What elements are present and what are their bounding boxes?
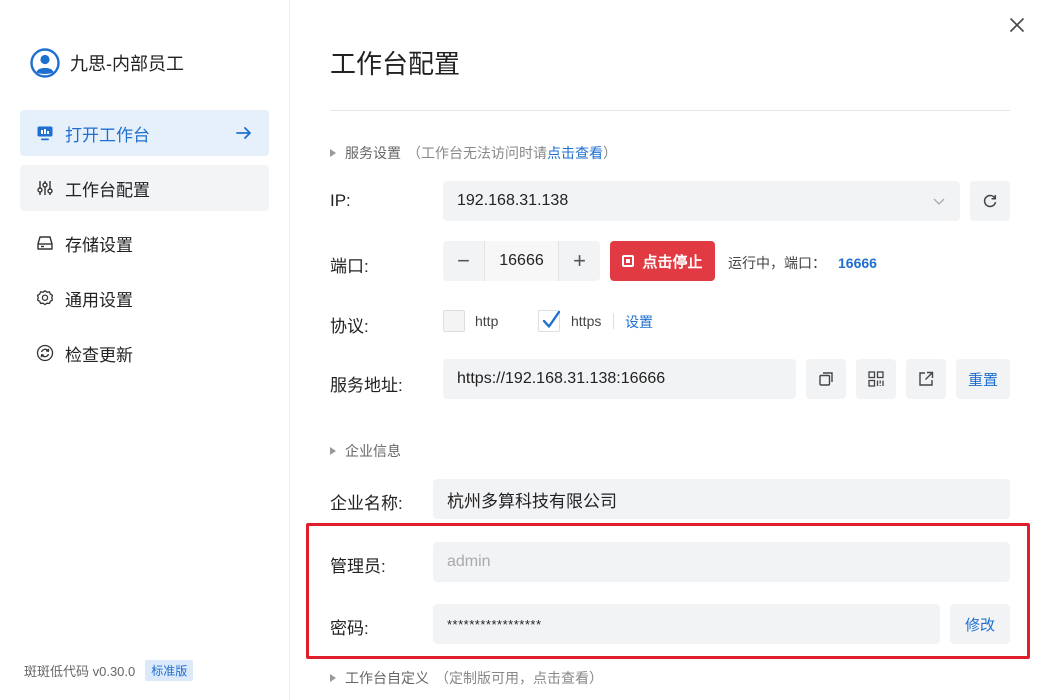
title-divider xyxy=(330,110,1010,111)
protocol-settings-link[interactable]: 设置 xyxy=(625,312,653,332)
sidebar-item-storage[interactable]: 存储设置 xyxy=(20,220,269,266)
stop-button[interactable]: 点击停止 xyxy=(610,241,715,281)
password-label: 密码: xyxy=(330,619,369,638)
sidebar-item-open-workbench[interactable]: 打开工作台 xyxy=(20,110,269,156)
monitor-icon xyxy=(37,126,53,141)
admin-label: 管理员: xyxy=(330,557,386,576)
port-label: 端口: xyxy=(330,257,369,276)
open-external-button[interactable] xyxy=(906,359,946,399)
sidebar-item-check-update[interactable]: 检查更新 xyxy=(20,330,269,376)
sidebar-item-label: 打开工作台 xyxy=(65,125,150,145)
ip-value: 192.168.31.138 xyxy=(457,192,569,209)
sidebar-item-label: 检查更新 xyxy=(65,345,133,365)
status-port: 16666 xyxy=(838,255,877,271)
stop-button-label: 点击停止 xyxy=(642,253,703,271)
sidebar-item-general[interactable]: 通用设置 xyxy=(20,275,269,321)
refresh-icon xyxy=(983,194,997,208)
section-title: 工作台自定义 xyxy=(345,670,429,686)
service-address-label: 服务地址: xyxy=(330,376,403,395)
sidebar-item-workbench-config[interactable]: 工作台配置 xyxy=(20,165,269,211)
sidebar: 九思-内部员工 打开工作台 工作台配置 存储设置 通用设置 检查更新 斑斑低代码… xyxy=(0,0,290,700)
page-title: 工作台配置 xyxy=(330,49,461,79)
edit-password-button[interactable]: 修改 xyxy=(950,604,1010,644)
protocol-label: 协议: xyxy=(330,317,369,336)
http-checkbox[interactable] xyxy=(443,310,465,332)
stop-icon xyxy=(622,255,635,267)
admin-placeholder: admin xyxy=(447,553,491,570)
caret-right-icon xyxy=(330,447,336,455)
copy-icon xyxy=(819,372,833,386)
sidebar-item-label: 存储设置 xyxy=(65,235,133,255)
enterprise-name-label: 企业名称: xyxy=(330,494,403,513)
version-info: 斑斑低代码 v0.30.0 标准版 xyxy=(24,660,194,681)
caret-right-icon xyxy=(330,674,336,682)
external-link-icon xyxy=(919,371,934,386)
service-address-value: https://192.168.31.138:16666 xyxy=(457,370,666,387)
drive-icon xyxy=(37,236,53,250)
sliders-icon xyxy=(37,181,53,195)
decrement-button[interactable]: − xyxy=(443,241,484,281)
https-checkbox[interactable] xyxy=(538,310,561,332)
sidebar-item-label: 通用设置 xyxy=(65,290,133,310)
enterprise-name-value: 杭州多算科技有限公司 xyxy=(447,491,617,511)
service-status: 运行中，端口： 16666 xyxy=(728,253,877,273)
section-title: 服务设置 xyxy=(345,145,401,161)
caret-right-icon xyxy=(330,149,336,157)
reset-button[interactable]: 重置 xyxy=(956,359,1010,399)
service-address-field[interactable]: https://192.168.31.138:16666 xyxy=(443,359,796,399)
arrow-right-icon xyxy=(236,127,251,139)
avatar xyxy=(30,48,60,78)
password-value: ***************** xyxy=(447,616,542,632)
port-value[interactable]: 16666 xyxy=(484,241,559,281)
qrcode-icon xyxy=(868,371,884,387)
checkmark-icon xyxy=(542,310,561,328)
status-text: 运行中，端口： xyxy=(728,255,826,271)
increment-button[interactable]: + xyxy=(559,241,600,281)
divider xyxy=(613,313,614,329)
section-enterprise-info[interactable]: 企业信息 xyxy=(330,441,401,461)
http-label: http xyxy=(475,313,499,329)
enterprise-name-field[interactable]: 杭州多算科技有限公司 xyxy=(433,479,1010,519)
qrcode-button[interactable] xyxy=(856,359,896,399)
sidebar-item-label: 工作台配置 xyxy=(65,180,150,200)
version-text: 斑斑低代码 v0.30.0 xyxy=(24,664,136,679)
copy-button[interactable] xyxy=(806,359,846,399)
password-field[interactable]: ***************** xyxy=(433,604,940,644)
chevron-down-icon xyxy=(933,198,945,205)
https-label: https xyxy=(571,313,602,329)
section-workbench-custom[interactable]: 工作台自定义 （定制版可用，点击查看） xyxy=(330,668,603,688)
ip-select[interactable]: 192.168.31.138 xyxy=(443,181,960,221)
edition-badge: 标准版 xyxy=(145,660,194,681)
port-stepper[interactable]: − 16666 + xyxy=(443,241,600,281)
ip-label: IP: xyxy=(330,191,351,210)
admin-field[interactable]: admin xyxy=(433,542,1010,582)
refresh-ip-button[interactable] xyxy=(970,181,1010,221)
user-profile: 九思-内部员工 xyxy=(30,48,184,78)
section-title: 企业信息 xyxy=(345,443,401,459)
section-hint: （工作台无法访问时请点击查看） xyxy=(407,145,617,161)
user-name: 九思-内部员工 xyxy=(70,54,184,74)
view-link[interactable]: 点击查看 xyxy=(547,145,603,161)
gear-icon xyxy=(36,290,54,306)
section-service-settings[interactable]: 服务设置 （工作台无法访问时请点击查看） xyxy=(330,143,617,163)
sidebar-nav: 打开工作台 工作台配置 存储设置 通用设置 检查更新 xyxy=(20,110,269,385)
main-content: 工作台配置 服务设置 （工作台无法访问时请点击查看） IP: 192.168.3… xyxy=(330,0,1010,700)
section-hint: （定制版可用，点击查看） xyxy=(435,670,603,686)
refresh-icon xyxy=(36,344,54,362)
